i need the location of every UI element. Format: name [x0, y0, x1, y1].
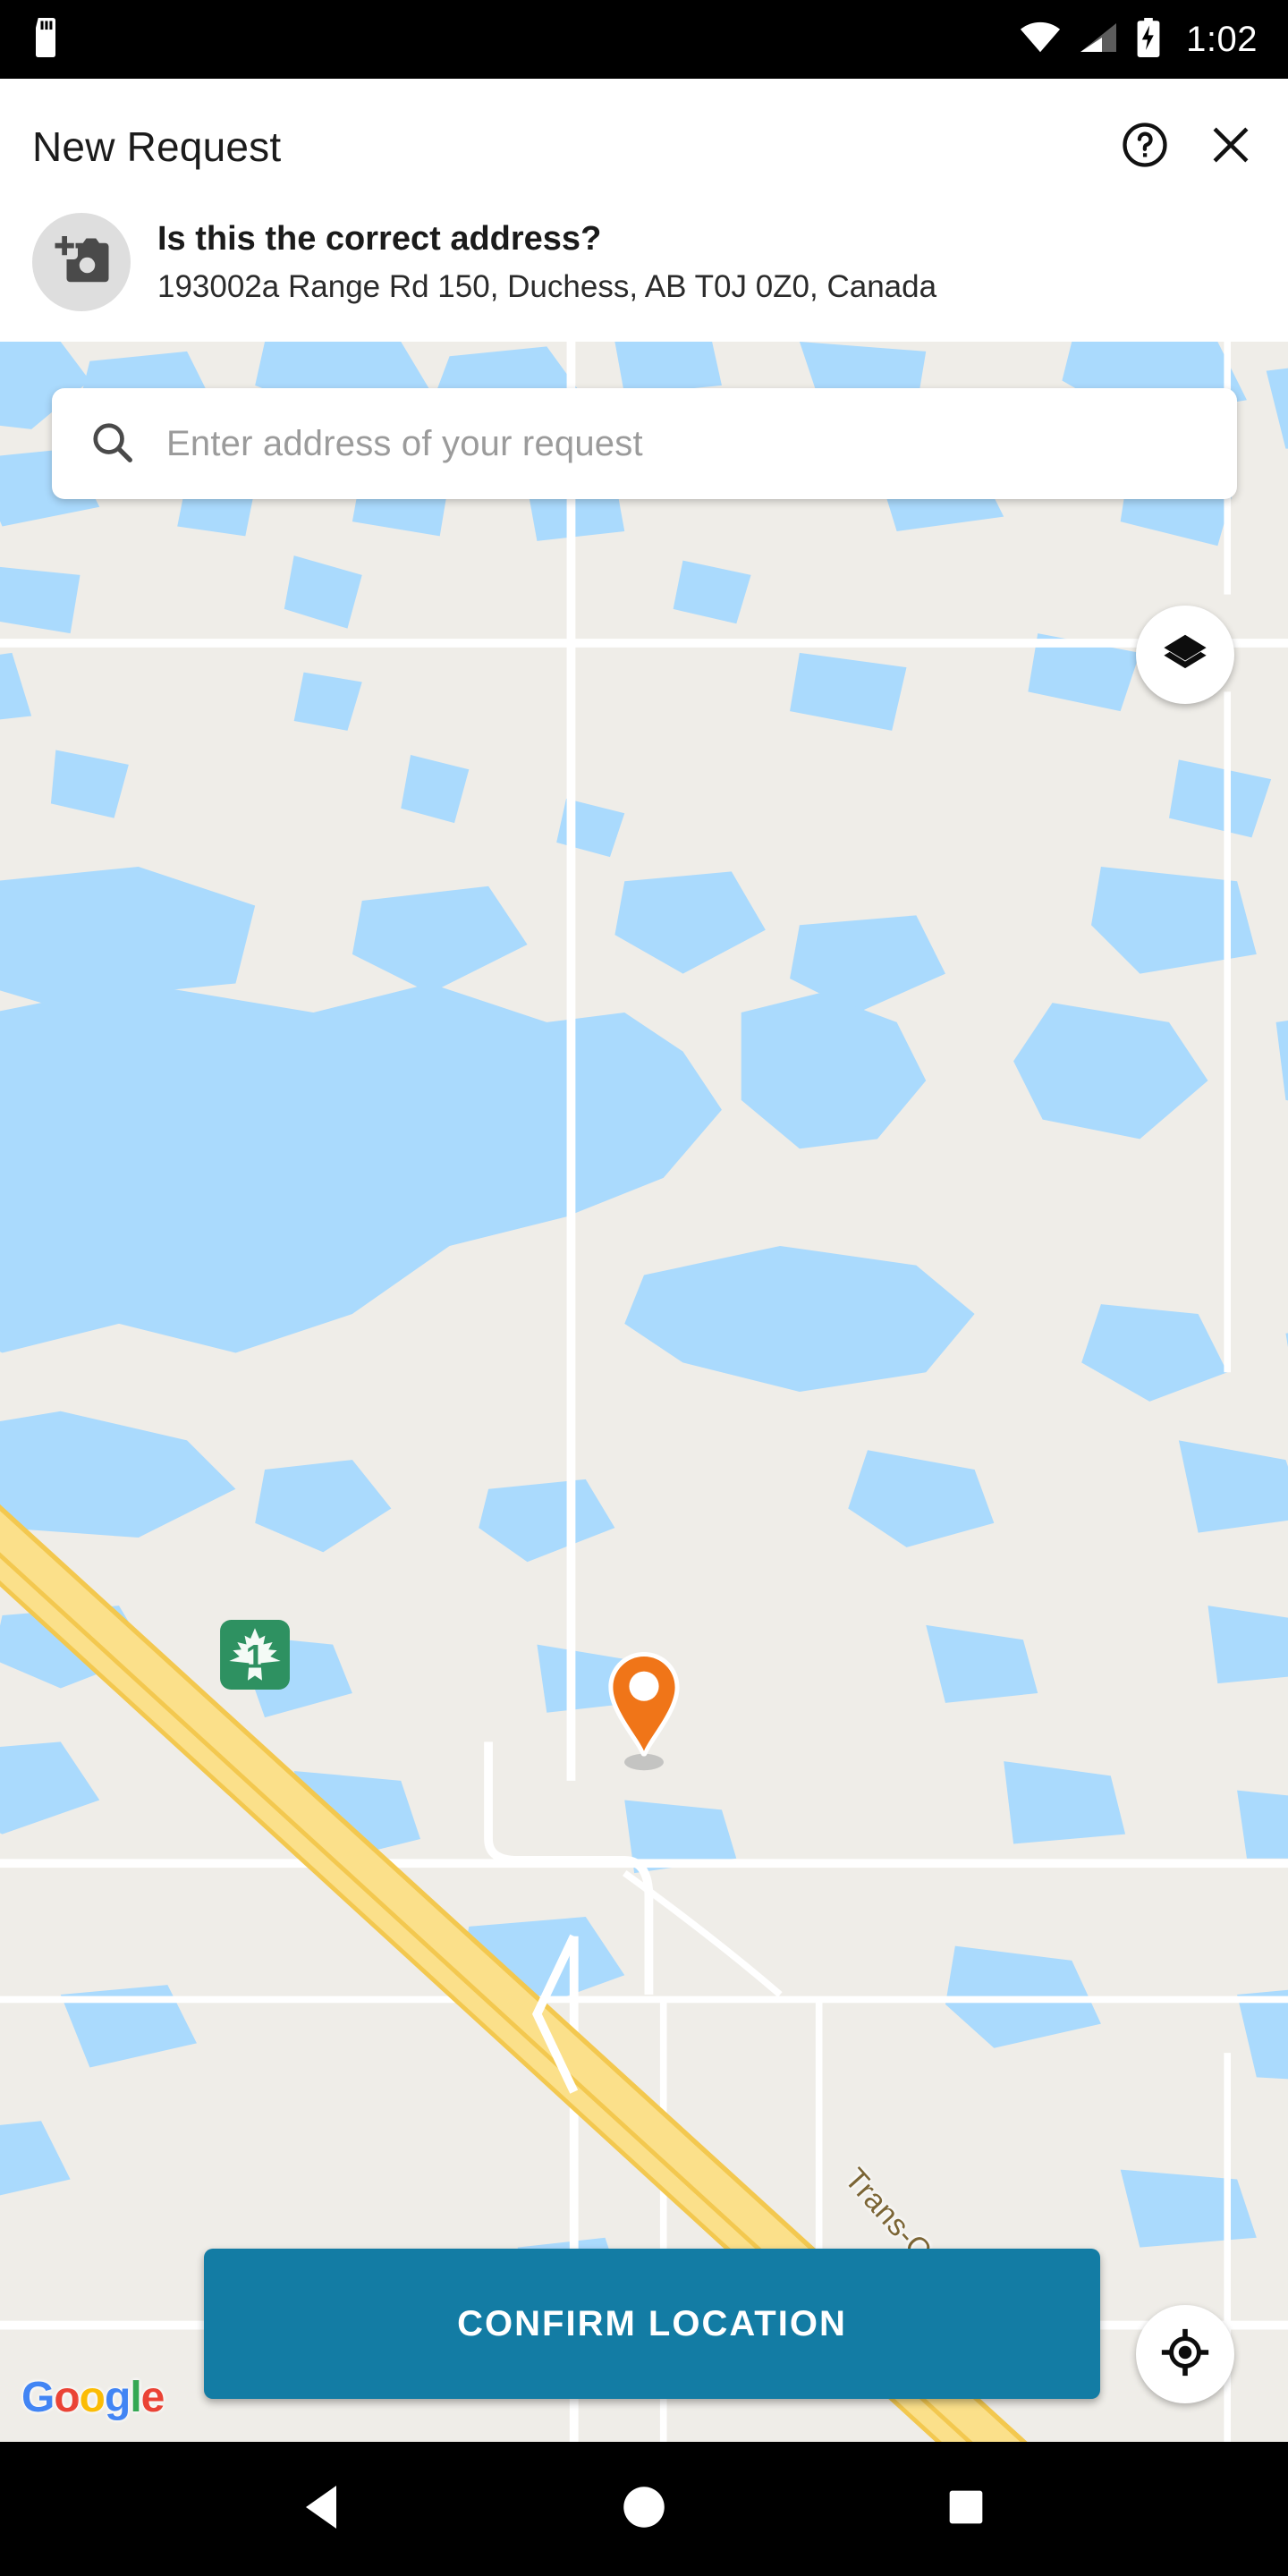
avatar[interactable]	[32, 213, 131, 311]
add-photo-camera-icon	[52, 233, 111, 292]
confirm-location-button[interactable]: CONFIRM LOCATION	[204, 2249, 1100, 2399]
help-circle-icon	[1121, 121, 1169, 174]
back-triangle-icon	[301, 2484, 343, 2535]
nav-recents-button[interactable]	[917, 2460, 1015, 2558]
wifi-icon	[1020, 21, 1061, 58]
header-actions	[1120, 122, 1256, 172]
close-button[interactable]	[1206, 122, 1256, 172]
my-location-icon	[1160, 2327, 1210, 2382]
sd-card-icon	[30, 17, 61, 62]
map-basemap	[0, 342, 1288, 2442]
nav-home-button[interactable]	[595, 2460, 693, 2558]
address-prompt: Is this the correct address? 193002a Ran…	[32, 190, 1256, 342]
recents-square-icon	[946, 2487, 986, 2531]
highway-shield-number: 1	[246, 1638, 265, 1674]
address-value: 193002a Range Rd 150, Duchess, AB T0J 0Z…	[157, 268, 937, 304]
status-bar-right-icons: 1:02	[1020, 17, 1258, 62]
address-question: Is this the correct address?	[157, 220, 602, 258]
status-bar-clock: 1:02	[1186, 19, 1258, 59]
layers-icon	[1161, 629, 1209, 682]
help-button[interactable]	[1120, 122, 1170, 172]
search-input[interactable]: Enter address of your request	[166, 424, 643, 464]
battery-charging-icon	[1136, 17, 1161, 62]
map-layers-button[interactable]	[1136, 606, 1234, 704]
google-attribution: Google	[21, 2374, 165, 2421]
home-circle-icon	[621, 2484, 667, 2535]
android-nav-bar	[0, 2442, 1288, 2576]
app-header: New Request Is this the correct address?…	[0, 79, 1288, 342]
highway-shield: 1	[218, 1618, 292, 1691]
status-bar: 1:02	[0, 0, 1288, 79]
close-icon	[1208, 122, 1254, 173]
search-bar[interactable]: Enter address of your request	[52, 388, 1237, 499]
header-top-row: New Request	[32, 104, 1256, 190]
map-canvas[interactable]: Enter address of your request 1 Google C…	[0, 342, 1288, 2442]
app-screen: 1:02 New Request Is this the correct add…	[0, 0, 1288, 2576]
map-pin-marker[interactable]	[601, 1648, 687, 1777]
search-icon	[88, 418, 136, 470]
status-bar-left-icons	[30, 17, 61, 62]
nav-back-button[interactable]	[273, 2460, 371, 2558]
cellular-signal-icon	[1079, 21, 1118, 58]
page-title: New Request	[32, 123, 282, 170]
my-location-button[interactable]	[1136, 2305, 1234, 2403]
address-text-block: Is this the correct address? 193002a Ran…	[157, 213, 936, 308]
